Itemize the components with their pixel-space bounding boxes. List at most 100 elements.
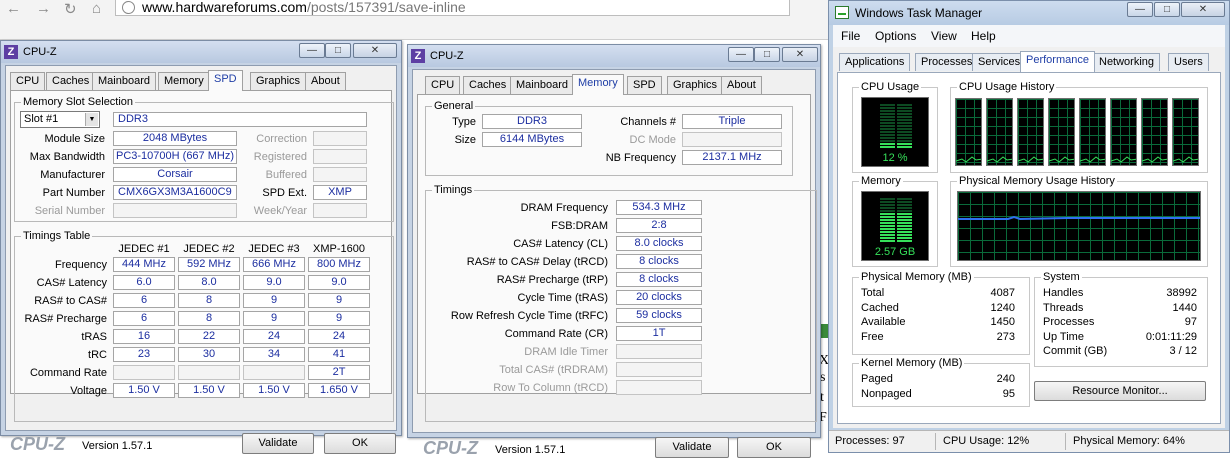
titlebar[interactable]: Z CPU-Z — □ ✕ [408, 45, 820, 67]
home-icon[interactable]: ⌂ [92, 0, 101, 17]
minimize-button[interactable]: — [299, 43, 325, 58]
gauge-segment [897, 107, 912, 109]
max-bandwidth-value: PC3-10700H (667 MHz) [113, 149, 237, 164]
tab-applications[interactable]: Applications [839, 53, 911, 71]
tab-memory[interactable]: Memory [572, 74, 624, 95]
ok-button[interactable]: OK [324, 433, 396, 454]
cpuz-icon: Z [411, 49, 425, 63]
slot-select[interactable]: Slot #1 ▼ [20, 111, 100, 128]
tab-caches[interactable]: Caches [46, 72, 96, 90]
tab-processes[interactable]: Processes [915, 53, 979, 71]
window-title: CPU-Z [23, 46, 57, 58]
gauge-segment [897, 119, 912, 121]
kernel-memory-title: Kernel Memory (MB) [859, 357, 965, 369]
tab-graphics[interactable]: Graphics [250, 72, 307, 90]
gauge-segment [897, 213, 912, 215]
tab-cpu[interactable]: CPU [425, 76, 461, 94]
close-button[interactable]: ✕ [782, 47, 818, 62]
validate-button[interactable]: Validate [242, 433, 314, 454]
maximize-button[interactable]: □ [754, 47, 780, 62]
menu-help[interactable]: Help [971, 29, 996, 43]
stat-value: 0:01:11:29 [1145, 330, 1197, 343]
tab-caches[interactable]: Caches [463, 76, 513, 94]
memory-group: Memory 2.57 GB [852, 175, 938, 267]
gauge-segment [897, 222, 912, 224]
tab-mainboard[interactable]: Mainboard [92, 72, 156, 90]
cpu-core-history-graph [1141, 98, 1168, 166]
ok-button[interactable]: OK [737, 437, 811, 458]
tab-services[interactable]: Services [972, 53, 1027, 71]
status-processes: Processes: 97 [835, 435, 905, 447]
tab-users[interactable]: Users [1168, 53, 1209, 71]
system-group: System Handles 38992 Threads 1440 Processes 9… [1034, 271, 1208, 367]
version-text: Version 1.57.1 [82, 440, 153, 452]
tab-spd[interactable]: SPD [208, 70, 243, 91]
timing-cell: 22 [178, 329, 240, 344]
correction-value [313, 131, 367, 146]
gauge-segment [880, 137, 895, 139]
minimize-button[interactable]: — [1127, 2, 1153, 17]
gauge-segment [880, 104, 895, 106]
menu-file[interactable]: File [841, 29, 860, 43]
gauge-segment [880, 201, 895, 203]
stat-label: Threads [1043, 301, 1084, 314]
tab-performance[interactable]: Performance [1020, 51, 1095, 72]
tab-graphics[interactable]: Graphics [667, 76, 724, 94]
stat-label: Cached [861, 301, 899, 314]
stat-value: 4087 [990, 287, 1015, 299]
stat-value: 3 / 12 [1169, 345, 1197, 357]
back-icon[interactable]: ← [6, 0, 21, 17]
close-button[interactable]: ✕ [353, 43, 397, 58]
spd-ext-value: XMP [313, 185, 367, 200]
url-path: /posts/157391/save-inline [306, 0, 466, 15]
tab-spd[interactable]: SPD [627, 76, 662, 94]
tab-memory[interactable]: Memory [158, 72, 210, 90]
titlebar[interactable]: Z CPU-Z — □ ✕ [1, 41, 401, 63]
timing-cell: 8.0 [178, 275, 240, 290]
timing-row-label: Command Rate [29, 367, 107, 379]
forward-icon[interactable]: → [36, 0, 51, 17]
memory-type-value: DDR3 [113, 112, 367, 127]
version-text: Version 1.57.1 [495, 444, 566, 456]
tab-cpu[interactable]: CPU [10, 72, 46, 90]
physical-memory-group: Physical Memory (MB) Total 4087 Cached 1240… [852, 271, 1030, 355]
maximize-button[interactable]: □ [325, 43, 351, 58]
cpu-core-history-graph [955, 98, 982, 166]
cpu-history-group: CPU Usage History [950, 81, 1208, 173]
gauge-segment [880, 237, 895, 239]
memory-gauge-bars [880, 198, 912, 244]
titlebar[interactable]: Windows Task Manager — □ ✕ [829, 1, 1229, 25]
menu-view[interactable]: View [931, 29, 957, 43]
timing-value [616, 344, 702, 359]
phys-history-line [958, 215, 1200, 221]
timing-cell: 1.50 V [113, 383, 175, 398]
gauge-segment [897, 231, 912, 233]
minimize-button[interactable]: — [728, 47, 754, 62]
timing-label: RAS# Precharge (tRP) [496, 274, 608, 286]
reload-icon[interactable]: ↻ [64, 0, 77, 18]
timing-cell: 9 [243, 293, 305, 308]
week-year-value [313, 203, 367, 218]
validate-button[interactable]: Validate [655, 437, 729, 458]
tab-networking[interactable]: Networking [1093, 53, 1161, 71]
address-bar[interactable]: www.hardwareforums.com/posts/157391/save… [115, 0, 790, 16]
timing-value: 2:8 [616, 218, 702, 233]
stat-label: Paged [861, 373, 893, 385]
menu-options[interactable]: Options [875, 29, 916, 43]
maximize-button[interactable]: □ [1154, 2, 1180, 17]
stat-label: Nonpaged [861, 387, 912, 400]
dc-mode-value [682, 132, 782, 147]
tab-about[interactable]: About [721, 76, 762, 94]
stat-value: 240 [996, 373, 1015, 385]
size-label: Size [454, 134, 476, 146]
cpu-core-history-graph [1079, 98, 1106, 166]
col-jedec3: JEDEC #3 [248, 243, 300, 255]
close-button[interactable]: ✕ [1181, 2, 1225, 17]
resource-monitor-button[interactable]: Resource Monitor... [1034, 381, 1206, 401]
gauge-segment [880, 146, 895, 148]
tab-mainboard[interactable]: Mainboard [510, 76, 574, 94]
timing-cell: 800 MHz [308, 257, 370, 272]
col-xmp1600: XMP-1600 [313, 243, 365, 255]
tab-about[interactable]: About [305, 72, 346, 90]
cpu-gauge-bars [880, 104, 912, 150]
